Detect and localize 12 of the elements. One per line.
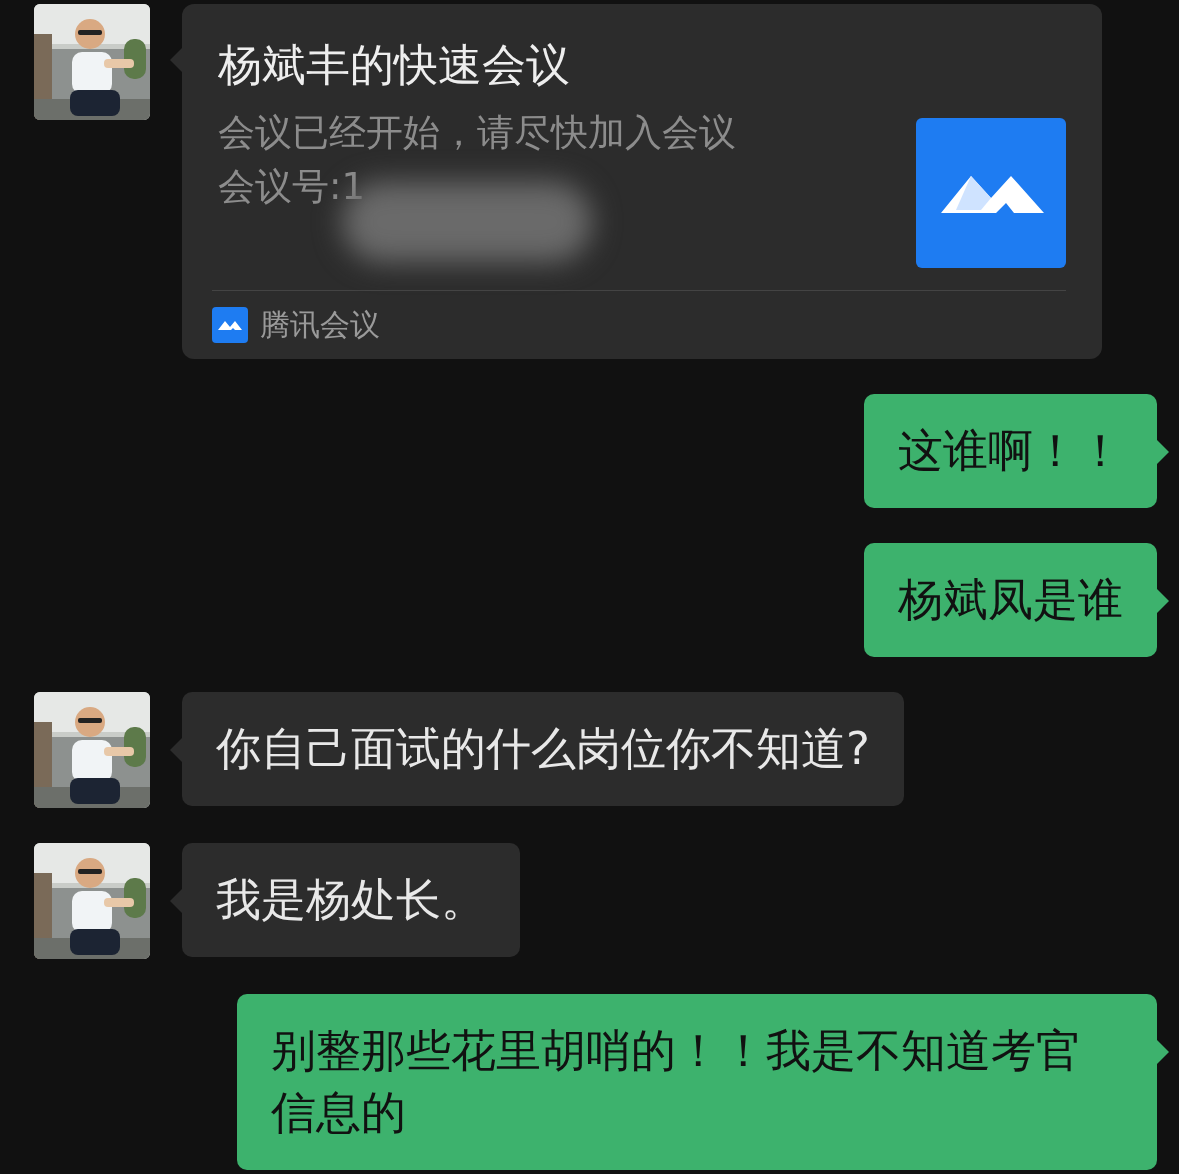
meeting-card[interactable]: 杨斌丰的快速会议 会议已经开始，请尽快加入会议 会议号:1 腾讯会议 xyxy=(182,4,1102,359)
source-label: 腾讯会议 xyxy=(260,306,380,344)
message-bubble: 你自己面试的什么岗位你不知道? xyxy=(182,692,904,806)
message-bubble: 杨斌凤是谁 xyxy=(864,543,1157,657)
card-title: 杨斌丰的快速会议 xyxy=(218,38,571,92)
card-text: 会议号:1 xyxy=(218,164,366,210)
card-text: 会议已经开始，请尽快加入会议 xyxy=(218,110,736,156)
meeting-logo-icon xyxy=(916,118,1066,268)
message-bubble: 我是杨处长。 xyxy=(182,843,520,957)
message-bubble: 别整那些花里胡哨的！！我是不知道考官信息的 xyxy=(237,994,1157,1170)
message-bubble: 这谁啊！！ xyxy=(864,394,1157,508)
meeting-app-icon xyxy=(212,307,248,343)
